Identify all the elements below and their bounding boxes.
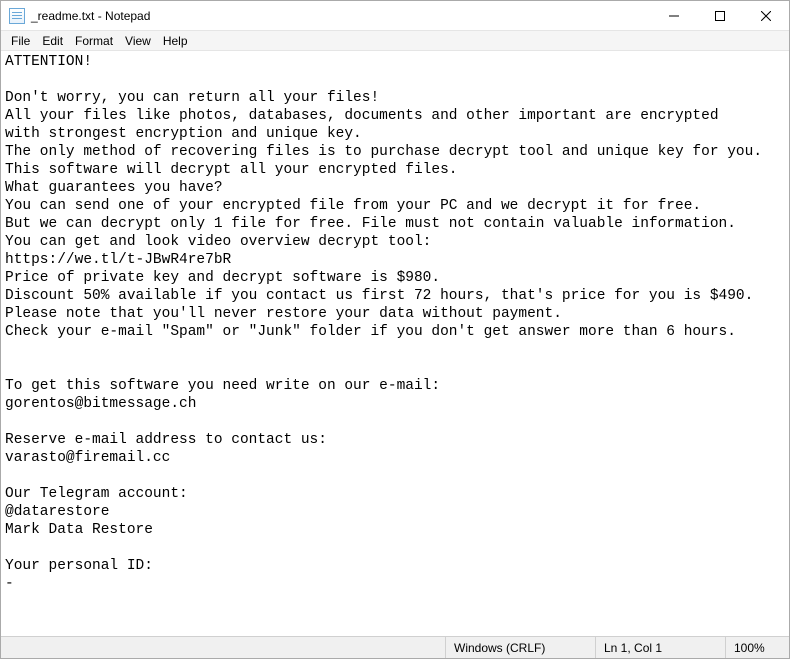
maximize-button[interactable] — [697, 1, 743, 30]
menu-help[interactable]: Help — [157, 33, 194, 49]
close-button[interactable] — [743, 1, 789, 30]
text-content[interactable]: ATTENTION! Don't worry, you can return a… — [1, 51, 789, 636]
notepad-icon — [9, 8, 25, 24]
notepad-window: _readme.txt - Notepad File Edit Format V… — [0, 0, 790, 659]
status-encoding: Windows (CRLF) — [445, 637, 595, 658]
statusbar-spacer — [1, 637, 445, 658]
editor-area: ATTENTION! Don't worry, you can return a… — [1, 51, 789, 636]
window-title: _readme.txt - Notepad — [31, 9, 651, 23]
minimize-icon — [669, 11, 679, 21]
titlebar: _readme.txt - Notepad — [1, 1, 789, 31]
status-zoom: 100% — [725, 637, 789, 658]
window-controls — [651, 1, 789, 30]
minimize-button[interactable] — [651, 1, 697, 30]
statusbar: Windows (CRLF) Ln 1, Col 1 100% — [1, 636, 789, 658]
status-position: Ln 1, Col 1 — [595, 637, 725, 658]
menu-view[interactable]: View — [119, 33, 157, 49]
menu-edit[interactable]: Edit — [36, 33, 69, 49]
menu-file[interactable]: File — [5, 33, 36, 49]
close-icon — [761, 11, 771, 21]
maximize-icon — [715, 11, 725, 21]
menu-format[interactable]: Format — [69, 33, 119, 49]
menubar: File Edit Format View Help — [1, 31, 789, 51]
